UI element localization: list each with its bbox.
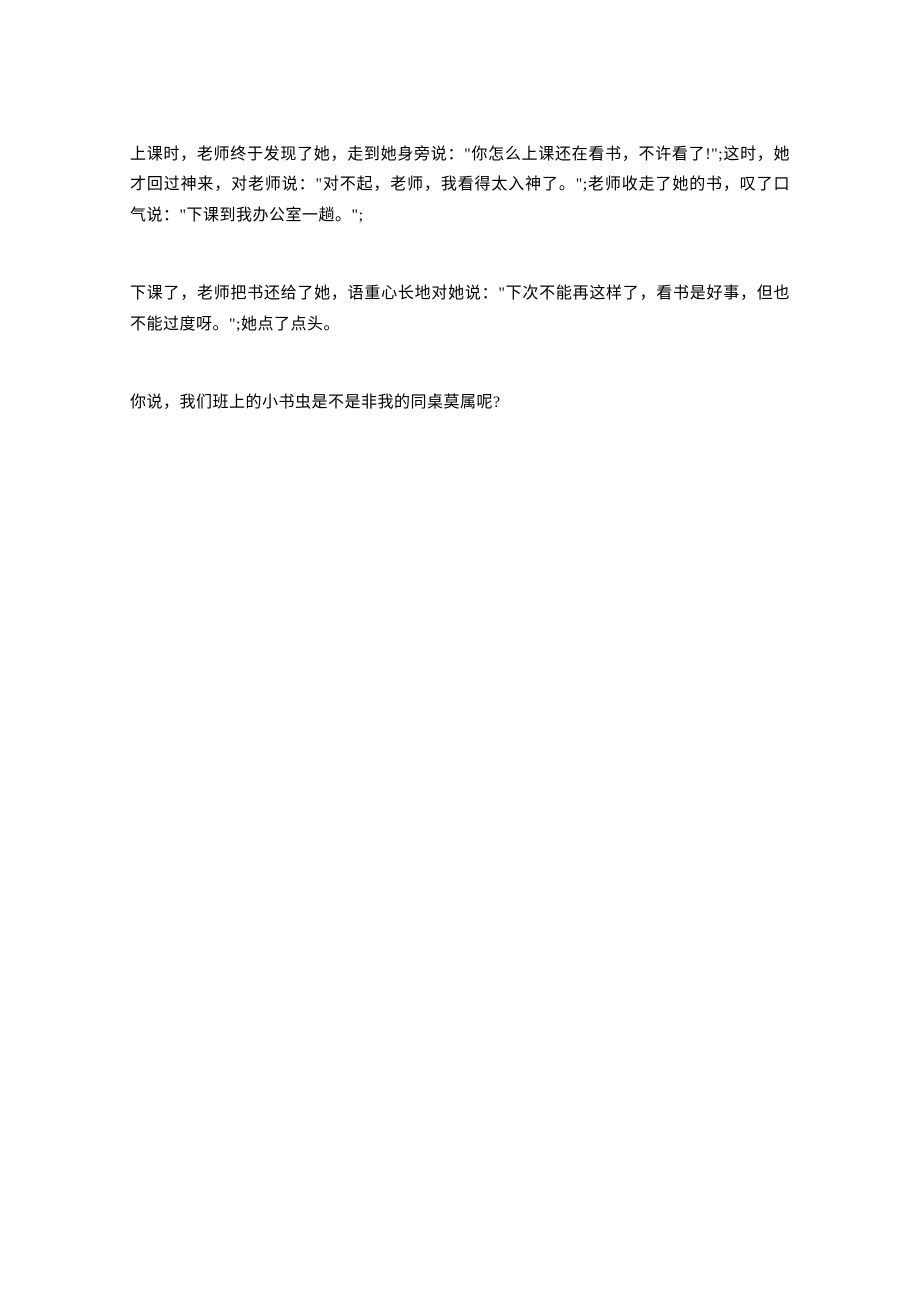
paragraph-2: 下课了，老师把书还给了她，语重心长地对她说："下次不能再这样了，看书是好事，但也… [130, 279, 790, 340]
paragraph-3: 你说，我们班上的小书虫是不是非我的同桌莫属呢? [130, 388, 790, 418]
paragraph-1: 上课时，老师终于发现了她，走到她身旁说："你怎么上课还在看书，不许看了!";这时… [130, 140, 790, 231]
